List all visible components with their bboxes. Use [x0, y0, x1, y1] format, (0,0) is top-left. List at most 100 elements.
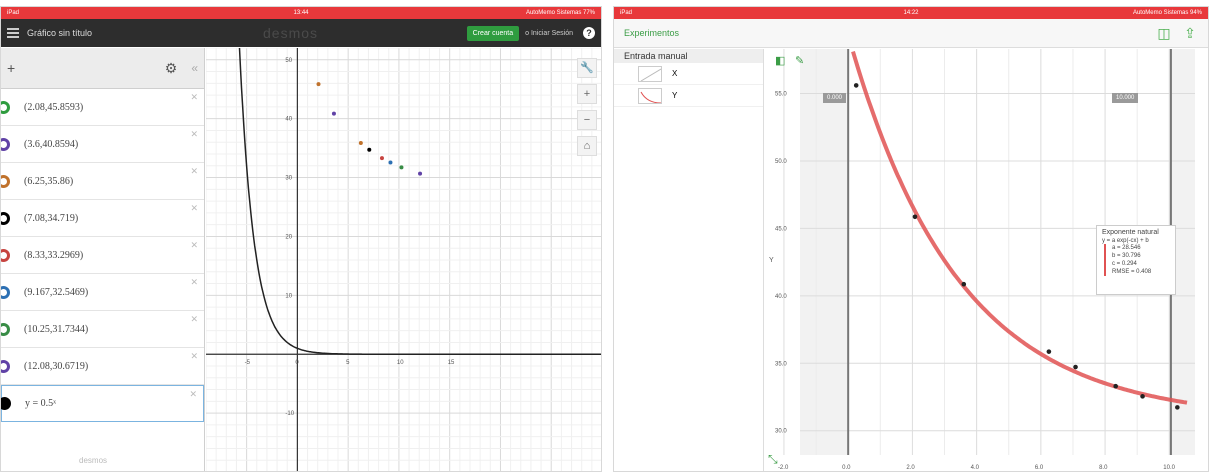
create-account-button[interactable]: Crear cuenta	[466, 25, 520, 41]
range-start-label[interactable]: 0.000	[823, 93, 847, 103]
y-tick-label: 30.0	[775, 429, 787, 435]
expression-toolbar: + ⚙ «	[1, 48, 204, 89]
expression-color-icon[interactable]	[1, 211, 10, 225]
expression-color-icon[interactable]	[1, 359, 10, 373]
expression-row[interactable]: (8.33,33.2969) ✕	[1, 237, 204, 274]
layout-icon[interactable]: ◫	[1156, 25, 1172, 41]
data-point	[1073, 364, 1078, 370]
expression-text[interactable]: (10.25,31.7344)	[24, 324, 88, 335]
table-toggle-icon[interactable]: ◧	[775, 54, 785, 67]
expression-row[interactable]: (9.167,32.5469) ✕	[1, 274, 204, 311]
share-icon[interactable]: ⇪	[1182, 25, 1198, 41]
data-point	[331, 111, 336, 116]
status-device: iPad	[7, 10, 20, 16]
y-tick-label: 20	[285, 234, 292, 240]
home-icon[interactable]: ⌂	[577, 136, 597, 156]
legend-rmse: RMSE = 0.408	[1104, 268, 1170, 276]
x-tick-label: 0	[295, 360, 299, 366]
expression-color-icon[interactable]	[1, 137, 10, 151]
delete-expression-icon[interactable]: ✕	[190, 129, 198, 140]
expression-text[interactable]: (2.08,45.8593)	[24, 102, 83, 113]
expression-row[interactable]: (6.25,35.86) ✕	[1, 163, 204, 200]
x-tick-label: 10	[397, 360, 404, 366]
sidebar-item-y[interactable]: Y	[614, 85, 763, 107]
expression-text[interactable]: (7.08,34.719)	[24, 213, 78, 224]
expression-text[interactable]: (12.08,30.6719)	[24, 361, 88, 372]
function-expression[interactable]: y = 0.5ˣ ✕	[1, 385, 204, 422]
delete-expression-icon[interactable]: ✕	[190, 203, 198, 214]
delete-expression-icon[interactable]: ✕	[190, 351, 198, 362]
x-tick-label: 4.0	[971, 465, 980, 471]
status-battery: AutoMemo Sistemas 94%	[1132, 10, 1202, 16]
y-tick-label: 55.0	[775, 92, 787, 98]
x-tick-label: 6.0	[1035, 465, 1044, 471]
help-icon[interactable]: ?	[583, 27, 595, 39]
status-time: 14:22	[903, 10, 919, 16]
expression-color-icon[interactable]	[1, 285, 10, 299]
sidebar-item-x[interactable]: X	[614, 63, 763, 85]
desmos-header: Gráfico sin título desmos Crear cuenta o…	[1, 19, 601, 47]
expression-color-icon[interactable]	[1, 174, 10, 188]
expression-row[interactable]: (3.6,40.8594) ✕	[1, 126, 204, 163]
collapse-list-icon[interactable]: «	[191, 61, 198, 75]
sidebar-item-label: Y	[672, 91, 678, 100]
zoom-in-button[interactable]: +	[577, 84, 597, 104]
expression-text[interactable]: (8.33,33.2969)	[24, 250, 83, 261]
range-end-label[interactable]: 10.000	[1112, 93, 1139, 103]
x-tick-label: 0.0	[842, 465, 851, 471]
delete-expression-icon[interactable]: ✕	[189, 389, 197, 400]
gear-icon[interactable]: ⚙	[165, 60, 178, 77]
delete-expression-icon[interactable]: ✕	[190, 166, 198, 177]
add-expression-button[interactable]: +	[7, 60, 165, 76]
x-tick-label: 8.0	[1099, 465, 1108, 471]
data-point	[1175, 405, 1180, 410]
expression-text[interactable]: (9.167,32.5469)	[24, 287, 88, 298]
app-header: Experimentos ◫ ⇪	[614, 19, 1208, 48]
function-color-icon[interactable]	[1, 397, 11, 410]
delete-expression-icon[interactable]: ✕	[190, 314, 198, 325]
fit-legend[interactable]: Exponente natural y = a exp(-cx) + b a =…	[1096, 225, 1176, 295]
x-tick-label: 10.0	[1163, 465, 1175, 471]
edit-icon[interactable]: ✎	[795, 54, 804, 67]
expression-color-icon[interactable]	[1, 322, 10, 336]
wrench-icon[interactable]: 🔧	[577, 58, 597, 78]
expression-color-icon[interactable]	[1, 248, 10, 262]
expression-row[interactable]: (7.08,34.719) ✕	[1, 200, 204, 237]
resize-icon[interactable]: ⤡	[768, 452, 778, 467]
plot-area[interactable]: -2.0 0.0 2.0 4.0 6.0 8.0 10.0 30.0 35.0 40.0 45.0 5…	[765, 49, 1208, 471]
delete-expression-icon[interactable]: ✕	[190, 277, 198, 288]
x-tick-label: 15	[448, 360, 455, 366]
data-point	[1113, 383, 1118, 389]
expression-row[interactable]: (10.25,31.7344) ✕	[1, 311, 204, 348]
expression-text[interactable]: (6.25,35.86)	[24, 176, 73, 187]
data-point	[1046, 349, 1052, 354]
status-bar: iPad 13:44 AutoMemo Sistemas 77%	[1, 7, 601, 19]
desmos-screen: iPad 13:44 AutoMemo Sistemas 77% Gráfico…	[0, 6, 602, 472]
data-point	[961, 281, 967, 287]
data-point	[853, 83, 859, 88]
data-sidebar: Entrada manual X Y	[614, 49, 764, 471]
delete-expression-icon[interactable]: ✕	[190, 92, 198, 103]
graph-paper[interactable]: -5 0 5 10 15 -10 10 20 30 40 50 🔧 + − ⌂	[205, 26, 602, 472]
status-bar: iPad 14:22 AutoMemo Sistemas 94%	[614, 7, 1208, 19]
sidebar-heading: Entrada manual	[614, 49, 763, 63]
graph-title[interactable]: Gráfico sin título	[27, 28, 467, 38]
status-time: 13:44	[293, 10, 309, 16]
page-title[interactable]: Experimentos	[624, 28, 1146, 38]
menu-icon[interactable]	[7, 28, 19, 38]
zoom-out-button[interactable]: −	[577, 110, 597, 130]
function-text[interactable]: y = 0.5ˣ	[25, 398, 56, 409]
x-tick-label: 5	[346, 360, 350, 366]
login-link[interactable]: o Iniciar Sesión	[525, 30, 573, 37]
data-point	[316, 82, 321, 87]
legend-param-c: c = 0.294	[1104, 260, 1170, 268]
expression-row[interactable]: (2.08,45.8593) ✕	[1, 89, 204, 126]
expression-text[interactable]: (3.6,40.8594)	[24, 139, 78, 150]
desmos-graph-svg[interactable]: -5 0 5 10 15 -10 10 20 30 40 50	[205, 26, 602, 472]
x-tick-label: 2.0	[906, 465, 915, 471]
expression-row[interactable]: (12.08,30.6719) ✕	[1, 348, 204, 385]
expression-color-icon[interactable]	[1, 100, 10, 114]
data-point	[367, 147, 372, 152]
graph-tools: 🔧 + − ⌂	[577, 58, 597, 156]
delete-expression-icon[interactable]: ✕	[190, 240, 198, 251]
